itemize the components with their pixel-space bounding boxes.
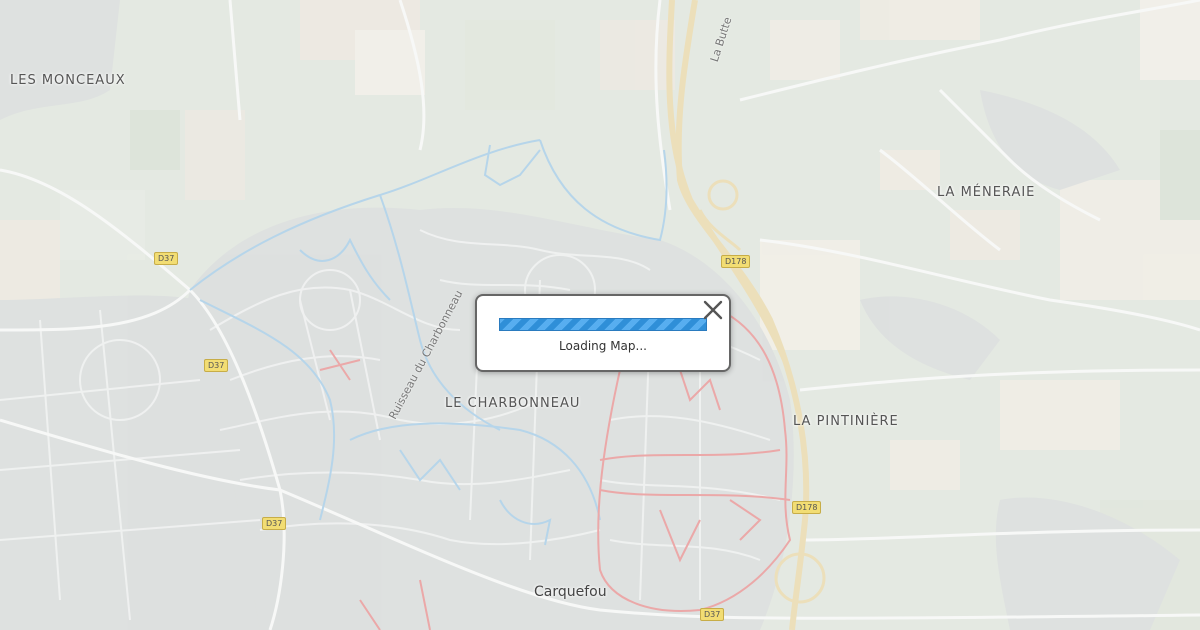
close-button[interactable]	[701, 298, 725, 322]
road-tag-d37: D37	[154, 252, 179, 265]
road-tag-d37: D37	[204, 359, 229, 372]
road-tag-d37: D37	[700, 608, 725, 621]
progress-bar	[499, 318, 707, 331]
place-label-les-monceaux: LES MONCEAUX	[10, 73, 126, 88]
close-icon	[703, 300, 723, 320]
road-tag-d178: D178	[792, 501, 822, 514]
road-tag-d178: D178	[721, 255, 751, 268]
town-label-carquefou: Carquefou	[534, 584, 607, 600]
road-tag-d37: D37	[262, 517, 287, 530]
loading-text: Loading Map...	[559, 339, 647, 353]
place-label-la-pintiniere: LA PINTINIÈRE	[793, 414, 899, 429]
loading-dialog: Loading Map...	[475, 294, 731, 372]
place-label-la-meneraie: LA MÉNERAIE	[937, 185, 1036, 200]
place-label-le-charbonneau: LE CHARBONNEAU	[445, 396, 581, 411]
